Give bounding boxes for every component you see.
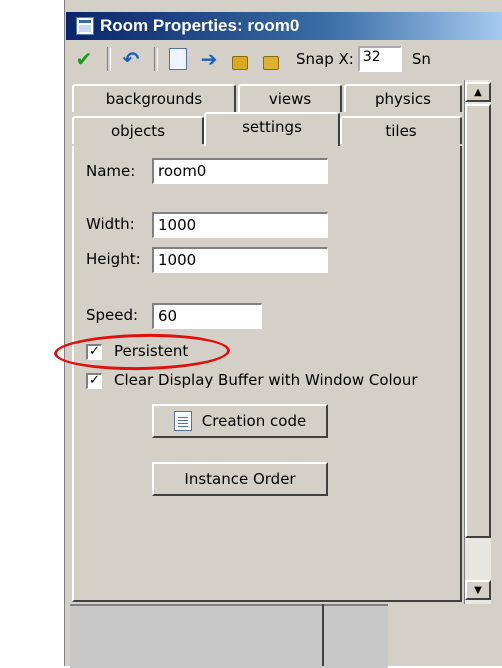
document-icon bbox=[173, 411, 192, 431]
lock-icon[interactable] bbox=[226, 45, 254, 73]
tab-label: physics bbox=[375, 90, 431, 108]
tab-label: views bbox=[268, 90, 312, 108]
checkmark-icon[interactable]: ✔ bbox=[70, 45, 98, 73]
tab-backgrounds[interactable]: backgrounds bbox=[72, 84, 236, 112]
snap-x-label: Snap X: bbox=[296, 50, 354, 68]
clear-display-label: Clear Display Buffer with Window Colour bbox=[114, 371, 418, 389]
height-label: Height: bbox=[86, 250, 141, 268]
tab-label: backgrounds bbox=[105, 90, 203, 108]
tab-label: objects bbox=[110, 122, 166, 140]
clear-display-checkbox[interactable]: ✓ bbox=[86, 373, 102, 389]
creation-code-label: Creation code bbox=[201, 412, 307, 430]
tab-label: settings bbox=[242, 118, 302, 136]
speed-label: Speed: bbox=[86, 306, 139, 324]
width-input[interactable]: 1000 bbox=[152, 212, 328, 238]
tab-label: tiles bbox=[385, 122, 417, 140]
scroll-thumb[interactable] bbox=[465, 104, 491, 538]
toolbar-separator bbox=[154, 47, 158, 71]
room-preview-area[interactable] bbox=[70, 604, 388, 668]
speed-input[interactable]: 60 bbox=[152, 303, 262, 329]
name-label: Name: bbox=[86, 162, 135, 180]
toolbar: ✔ ↶ ➔ Snap X: 32 Sn bbox=[70, 42, 502, 76]
scroll-down-icon[interactable]: ▼ bbox=[465, 580, 491, 600]
window-title: Room Properties: room0 bbox=[100, 16, 300, 35]
tab-tiles[interactable]: tiles bbox=[340, 116, 462, 144]
unlock-icon[interactable] bbox=[257, 45, 285, 73]
instance-order-label: Instance Order bbox=[184, 470, 296, 488]
arrow-right-icon[interactable]: ➔ bbox=[195, 45, 223, 73]
tab-objects[interactable]: objects bbox=[72, 116, 204, 144]
tab-physics[interactable]: physics bbox=[344, 84, 462, 112]
name-label-text: Name: bbox=[86, 162, 136, 180]
tab-settings[interactable]: settings bbox=[204, 112, 340, 146]
toolbar-separator bbox=[107, 47, 111, 71]
window-titlebar[interactable]: Room Properties: room0 bbox=[66, 12, 502, 40]
height-input[interactable]: 1000 bbox=[152, 247, 328, 273]
snap-y-label: Sn bbox=[411, 50, 431, 68]
creation-code-button[interactable]: Creation code bbox=[152, 404, 328, 438]
width-label: Width: bbox=[86, 215, 135, 233]
scroll-up-icon[interactable]: ▲ bbox=[465, 82, 491, 102]
room-icon bbox=[76, 17, 94, 35]
tab-views[interactable]: views bbox=[238, 84, 342, 112]
instance-order-button[interactable]: Instance Order bbox=[152, 462, 328, 496]
snap-x-input[interactable]: 32 bbox=[357, 46, 402, 72]
name-input[interactable]: room0 bbox=[152, 158, 328, 184]
page-icon[interactable] bbox=[164, 45, 192, 73]
undo-icon[interactable]: ↶ bbox=[117, 45, 145, 73]
vertical-scrollbar[interactable]: ▲ ▼ bbox=[464, 80, 491, 604]
splitter[interactable] bbox=[322, 604, 324, 666]
